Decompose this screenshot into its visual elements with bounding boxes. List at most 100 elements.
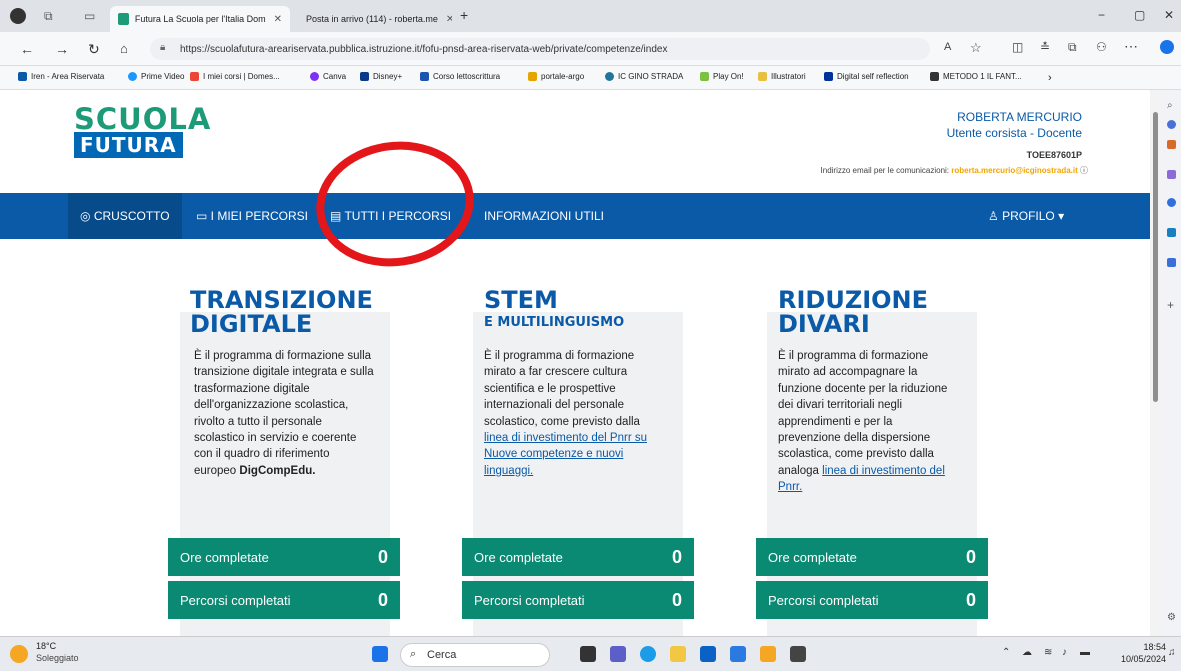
bookmark-favicon-icon [824,72,833,81]
bookmark-label: Play On! [713,72,744,81]
description-text: È il programma di formazione sulla trans… [194,350,374,477]
weather-sun-icon[interactable] [10,645,28,663]
bookmark-item[interactable]: I miei corsi | Domes... [190,72,280,81]
clock-date[interactable]: 10/05/2024 [1110,654,1166,664]
url-field[interactable]: 🔒︎ https://scuolafutura-areariservata.pu… [150,38,930,60]
close-tab-icon[interactable]: ✕ [274,14,282,25]
wifi-icon[interactable]: ≋ [1044,647,1052,658]
tab-scuola-futura[interactable]: Futura La Scuola per l'Italia Dom ✕ [110,6,290,32]
drop-icon[interactable] [1167,258,1176,267]
mail-icon[interactable] [700,646,716,662]
workspaces-icon[interactable]: ⧉ [44,9,53,24]
favorite-star-icon[interactable]: ☆ [970,40,982,56]
bookmark-item[interactable]: Iren - Area Riservata [18,72,104,81]
target-icon: ◎ [80,209,94,223]
nav-cruscotto[interactable]: ◎ CRUSCOTTO [68,193,182,239]
info-icon[interactable]: ⓘ [1080,166,1088,175]
user-role: Utente corsista - Docente [946,126,1082,140]
close-window-icon[interactable]: ✕ [1164,8,1174,22]
back-icon[interactable]: ← [20,41,34,57]
taskbar-search[interactable]: ⌕ Cerca [400,643,550,667]
nav-label: PROFILO [1002,209,1055,223]
email-label: Indirizzo email per le comunicazioni: [820,166,950,175]
minimize-icon[interactable]: − [1098,8,1105,22]
bookmark-item[interactable]: Disney+ [360,72,402,81]
tray-chevron-icon[interactable]: ⌃ [1002,647,1010,658]
bookmark-item[interactable]: IC GINO STRADA [605,72,683,81]
weather-temp: 18°C [36,641,57,651]
outlook-icon[interactable] [1167,228,1176,237]
home-icon[interactable]: ⌂ [120,41,128,56]
bookmark-favicon-icon [930,72,939,81]
bookmark-label: METODO 1 IL FANT... [943,72,1022,81]
bookmark-item[interactable]: Illustratori [758,72,806,81]
calculator-icon[interactable] [790,646,806,662]
games-icon[interactable] [1167,198,1176,207]
logo-futura[interactable]: FUTURA [74,132,183,158]
bookmark-item[interactable]: portale-argo [528,72,584,81]
bookmark-item[interactable]: Canva [310,72,346,81]
shopping-icon[interactable] [1167,140,1176,149]
tools-icon[interactable] [1167,170,1176,179]
tab-actions-icon[interactable]: ▭ [84,9,95,23]
teams-icon[interactable] [610,646,626,662]
favorites-icon[interactable]: ≛ [1040,40,1050,54]
copilot-icon[interactable] [1160,40,1174,54]
stat-percorsi-completati: Percorsi completati 0 [168,581,400,619]
nav-i-miei-percorsi[interactable]: ▭ I MIEI PERCORSI [196,193,308,239]
task-view-icon[interactable] [580,646,596,662]
new-tab-button[interactable]: + [460,7,468,23]
nav-label: INFORMAZIONI UTILI [484,209,604,223]
nav-profilo[interactable]: ♙ PROFILO ▾ [988,193,1064,239]
maximize-icon[interactable]: ▢ [1134,8,1145,22]
split-screen-icon[interactable]: ◫ [1012,40,1023,54]
settings-gear-icon[interactable]: ⚙ [1167,612,1176,623]
stat-label: Ore completate [180,549,269,565]
bookmark-item[interactable]: METODO 1 IL FANT... [930,72,1022,81]
start-windows-icon[interactable] [372,646,388,662]
stat-value: 0 [671,589,682,610]
extensions-icon[interactable]: ⚇ [1096,40,1107,54]
reload-icon[interactable]: ↻ [88,41,100,58]
scrollbar-thumb[interactable] [1153,112,1158,402]
notification-bell-icon[interactable]: ♫ [1168,647,1176,658]
clock-time[interactable]: 18:54 [1110,642,1166,652]
bookmarks-bar: Iren - Area Riservata Prime Video I miei… [0,66,1181,90]
bookmark-item[interactable]: Play On! [700,72,744,81]
more-bookmarks-icon[interactable]: › [1048,72,1052,84]
main-nav: ◎ CRUSCOTTO ▭ I MIEI PERCORSI ▤ TUTTI I … [0,193,1150,239]
read-aloud-icon[interactable]: A [944,41,951,53]
onedrive-icon[interactable]: ☁ [1022,647,1032,658]
more-menu-icon[interactable]: ⋯ [1124,38,1138,55]
bookmark-item[interactable]: Prime Video [128,72,184,81]
search-icon[interactable]: ⌕ [1167,100,1173,111]
nav-informazioni-utili[interactable]: INFORMAZIONI UTILI [484,193,604,239]
bookmark-favicon-icon [420,72,429,81]
stat-percorsi-completati: Percorsi completati 0 [462,581,694,619]
add-sidebar-icon[interactable]: + [1167,298,1174,312]
stat-value: 0 [671,546,682,567]
description-text: È il programma di formazione mirato ad a… [778,350,948,477]
stat-percorsi-completati: Percorsi completati 0 [756,581,988,619]
logo-scuola[interactable]: SCUOLA [74,102,211,136]
battery-icon[interactable]: ▬ [1080,647,1090,658]
description-link[interactable]: linea di investimento del Pnrr su Nuove … [484,432,647,477]
tab-posta[interactable]: Posta in arrivo (114) - roberta.me ✕ [292,6,452,32]
school-code: TOEE87601P [1026,150,1082,160]
volume-icon[interactable]: ♪ [1062,647,1067,658]
collections-icon[interactable]: ⧉ [1068,40,1077,55]
description-text: È il programma di formazione mirato a fa… [484,350,640,428]
copilot-sidebar-icon[interactable] [1167,120,1176,129]
edge-icon[interactable] [640,646,656,662]
profile-avatar[interactable] [10,8,26,24]
bookmark-item[interactable]: Corso lettoscrittura [420,72,500,81]
email-value: roberta.mercurio@icginostrada.it [951,166,1078,175]
forward-icon[interactable]: → [55,41,69,57]
stat-label: Percorsi completati [180,592,291,608]
email-line: Indirizzo email per le comunicazioni: ro… [821,165,1088,176]
close-tab-icon[interactable]: ✕ [446,14,452,25]
file-explorer-icon[interactable] [670,646,686,662]
app-icon[interactable] [760,646,776,662]
store-icon[interactable] [730,646,746,662]
bookmark-item[interactable]: Digital self reflection [824,72,909,81]
